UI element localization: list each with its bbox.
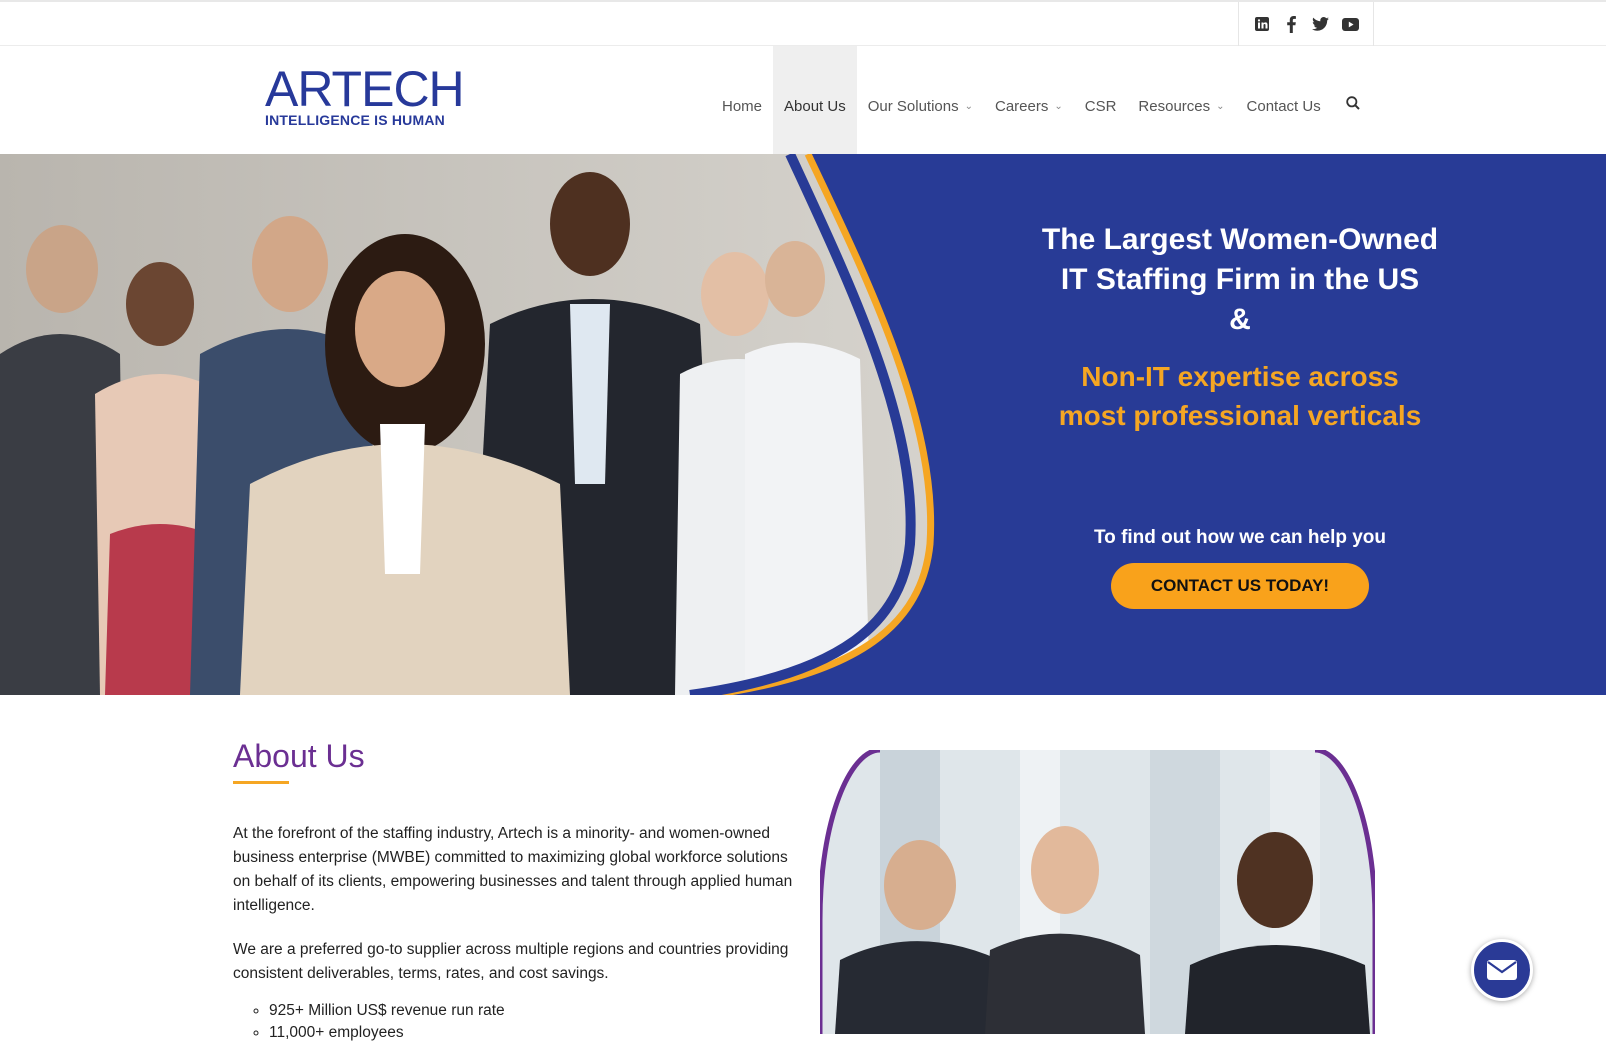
artech-logo[interactable]: ARTECH INTELLIGENCE IS HUMAN bbox=[265, 61, 465, 134]
facebook-icon[interactable] bbox=[1282, 15, 1300, 33]
chevron-down-icon: ⌄ bbox=[1054, 100, 1063, 112]
envelope-icon bbox=[1487, 960, 1517, 980]
search-icon bbox=[1346, 96, 1360, 110]
top-bar bbox=[0, 0, 1606, 46]
nav-contact-us[interactable]: Contact Us bbox=[1236, 46, 1332, 154]
nav-label: CSR bbox=[1084, 97, 1117, 115]
social-links bbox=[1238, 2, 1374, 46]
nav-careers[interactable]: Careers ⌄ bbox=[984, 46, 1074, 154]
list-item: 925+ Million US$ revenue run rate bbox=[269, 1000, 793, 1022]
search-button[interactable] bbox=[1332, 46, 1374, 154]
site-header: ARTECH INTELLIGENCE IS HUMAN Home About … bbox=[0, 46, 1606, 154]
logo-wordmark: ARTECH bbox=[265, 61, 465, 117]
main-nav: Home About Us Our Solutions ⌄ Careers ⌄ CS… bbox=[711, 46, 1374, 154]
nav-resources[interactable]: Resources ⌄ bbox=[1127, 46, 1235, 154]
nav-home[interactable]: Home bbox=[711, 46, 773, 154]
title-underline bbox=[233, 781, 289, 784]
linkedin-icon[interactable] bbox=[1253, 15, 1271, 33]
about-section: About Us At the forefront of the staffin… bbox=[233, 738, 793, 1044]
hero-team-photo bbox=[0, 154, 935, 695]
hero-heading-line1: The Largest Women-Owned bbox=[1041, 223, 1439, 256]
twitter-icon[interactable] bbox=[1312, 15, 1330, 33]
about-meeting-photo bbox=[820, 750, 1375, 1034]
hero-heading-line3: & bbox=[1229, 303, 1251, 336]
chevron-down-icon: ⌄ bbox=[964, 100, 973, 112]
logo-tagline: INTELLIGENCE IS HUMAN bbox=[265, 112, 445, 128]
hero-subheading: Non-IT expertise across most professiona… bbox=[1000, 357, 1480, 435]
hero-prompt: To find out how we can help you bbox=[1093, 527, 1387, 548]
hero-subheading-line2: most professional verticals bbox=[1058, 400, 1422, 431]
list-item: 11,000+ employees bbox=[269, 1022, 793, 1044]
about-paragraph-1: At the forefront of the staffing industr… bbox=[233, 825, 793, 914]
nav-label: Resources bbox=[1138, 97, 1211, 115]
nav-label: Home bbox=[722, 97, 763, 115]
nav-about-us[interactable]: About Us bbox=[773, 46, 857, 154]
nav-label: About Us bbox=[784, 97, 846, 115]
about-stats-list: 925+ Million US$ revenue run rate 11,000… bbox=[233, 1000, 793, 1044]
chevron-down-icon: ⌄ bbox=[1216, 100, 1225, 112]
hero-banner: The Largest Women-Owned IT Staffing Firm… bbox=[0, 154, 1606, 695]
hero-heading-line2: IT Staffing Firm in the US bbox=[1060, 263, 1420, 296]
about-paragraph-2: We are a preferred go-to supplier across… bbox=[233, 941, 789, 982]
hero-subheading-line1: Non-IT expertise across bbox=[1081, 361, 1399, 392]
about-title: About Us bbox=[233, 738, 365, 774]
contact-us-today-button[interactable]: CONTACT US TODAY! bbox=[1110, 563, 1370, 609]
youtube-icon[interactable] bbox=[1341, 15, 1359, 33]
nav-csr[interactable]: CSR bbox=[1074, 46, 1128, 154]
nav-label: Our Solutions bbox=[867, 97, 959, 115]
hero-text: The Largest Women-Owned IT Staffing Firm… bbox=[1000, 220, 1480, 609]
nav-label: Contact Us bbox=[1246, 97, 1321, 115]
nav-label: Careers bbox=[995, 97, 1049, 115]
chat-button[interactable] bbox=[1471, 939, 1533, 1001]
nav-our-solutions[interactable]: Our Solutions ⌄ bbox=[857, 46, 984, 154]
